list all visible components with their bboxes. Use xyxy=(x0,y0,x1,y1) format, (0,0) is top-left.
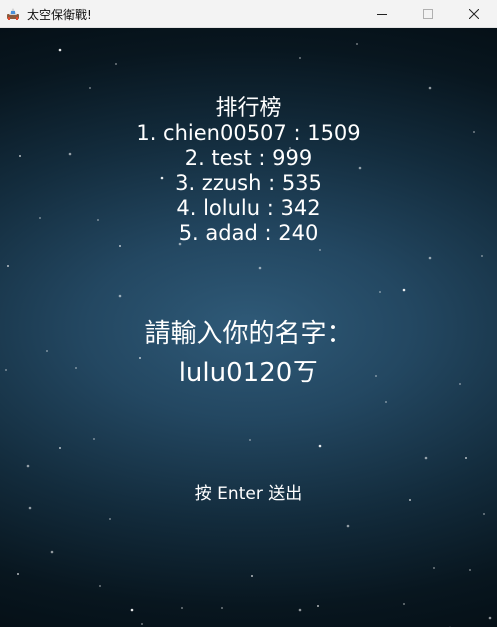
star xyxy=(317,605,319,607)
leaderboard-entry: 1. chien00507 : 1509 xyxy=(136,121,361,145)
leaderboard-entry: 5. adad : 240 xyxy=(178,221,319,245)
close-icon xyxy=(469,9,479,19)
star xyxy=(50,550,54,554)
star xyxy=(7,265,9,267)
star xyxy=(346,524,350,528)
star xyxy=(428,256,432,260)
star xyxy=(424,456,428,460)
star xyxy=(181,607,183,609)
star xyxy=(118,294,122,298)
name-input[interactable]: lulu0120ㄎ xyxy=(0,352,497,389)
star xyxy=(319,249,321,251)
star xyxy=(433,567,435,569)
star xyxy=(109,518,111,520)
leaderboard-title: 排行榜 xyxy=(215,96,282,121)
minimize-icon xyxy=(377,14,387,15)
star xyxy=(26,464,30,468)
star xyxy=(258,266,262,270)
maximize-button[interactable] xyxy=(405,0,451,28)
game-window: 太空保衛戰! 排行榜 1. chien00507 : 1509 2. test … xyxy=(0,0,497,627)
game-canvas: 排行榜 1. chien00507 : 1509 2. test : 999 3… xyxy=(0,28,497,627)
star xyxy=(119,245,121,247)
maximize-icon xyxy=(423,9,433,19)
star xyxy=(356,43,358,45)
star xyxy=(428,86,432,90)
spaceship-icon xyxy=(7,8,19,20)
star xyxy=(385,401,387,403)
star xyxy=(481,255,483,257)
star xyxy=(465,457,467,459)
star xyxy=(379,291,381,293)
minimize-button[interactable] xyxy=(359,0,405,28)
leaderboard-entry: 4. lolulu : 342 xyxy=(176,196,321,220)
star xyxy=(402,288,406,292)
star xyxy=(99,585,101,587)
star xyxy=(93,438,95,440)
star xyxy=(318,444,322,448)
title-bar[interactable]: 太空保衛戰! xyxy=(0,0,497,28)
star xyxy=(483,513,485,515)
star xyxy=(251,575,253,577)
star xyxy=(488,616,492,620)
star xyxy=(115,63,117,65)
submit-hint: 按 Enter 送出 xyxy=(194,484,303,504)
leaderboard-entry: 2. test : 999 xyxy=(184,146,313,170)
leaderboard-entry: 3. zzush : 535 xyxy=(175,171,322,195)
star xyxy=(299,57,301,59)
star xyxy=(141,623,143,625)
star xyxy=(221,607,223,609)
star xyxy=(298,608,302,612)
star xyxy=(403,603,405,605)
star xyxy=(59,447,61,449)
window-title: 太空保衛戰! xyxy=(27,8,92,22)
star xyxy=(58,48,62,52)
star xyxy=(249,439,251,441)
star xyxy=(89,87,91,89)
star xyxy=(130,608,134,612)
star xyxy=(28,506,32,510)
close-button[interactable] xyxy=(451,0,497,28)
name-prompt: 請輸入你的名字： xyxy=(144,319,353,349)
star xyxy=(469,569,471,571)
star xyxy=(17,573,19,575)
